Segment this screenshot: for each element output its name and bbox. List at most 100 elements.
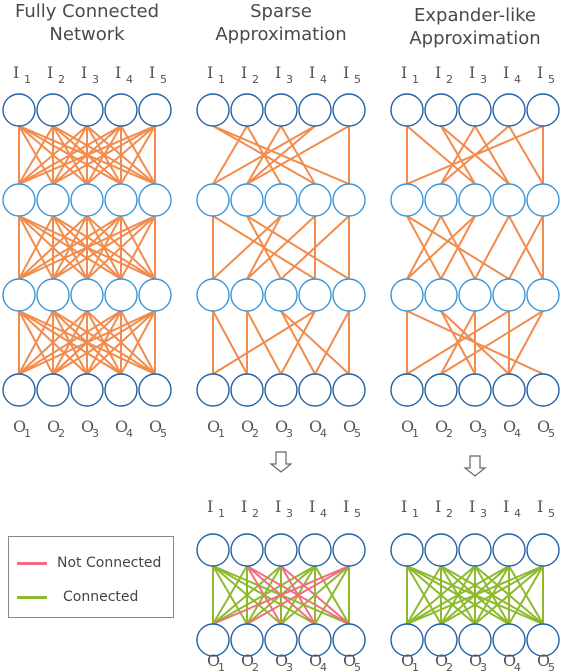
edge — [246, 215, 316, 280]
output-subscript: 1 — [24, 427, 31, 440]
output-subscript: 1 — [412, 427, 419, 440]
input-label: I — [537, 497, 543, 516]
input-subscript: 1 — [24, 73, 31, 86]
output-subscript: 1 — [218, 427, 225, 440]
input-subscript: 2 — [252, 73, 259, 86]
input-label: I — [309, 63, 315, 82]
output-subscript: 2 — [446, 427, 453, 440]
input-subscript: 1 — [218, 507, 225, 520]
input-subscript: 2 — [58, 73, 65, 86]
input-label: I — [503, 63, 509, 82]
hidden-node — [2, 183, 36, 217]
output-node — [196, 373, 230, 407]
edge — [406, 125, 476, 185]
edge — [212, 215, 282, 280]
input-label: I — [469, 497, 475, 516]
input-label: I — [149, 63, 155, 82]
hidden-node — [70, 278, 104, 312]
input-node — [492, 93, 526, 127]
input-subscript: 2 — [446, 73, 453, 86]
output-node — [458, 373, 492, 407]
input-subscript: 3 — [480, 507, 487, 520]
output-node — [264, 373, 298, 407]
output-subscript: 5 — [548, 427, 555, 440]
input-subscript: 4 — [126, 73, 133, 86]
hidden-node — [458, 278, 492, 312]
output-subscript: 2 — [58, 427, 65, 440]
output-node — [2, 373, 36, 407]
edge — [212, 310, 316, 375]
output-subscript: 1 — [218, 661, 225, 672]
edge — [406, 125, 544, 185]
output-subscript: 2 — [446, 661, 453, 672]
input-node — [36, 93, 70, 127]
output-subscript: 5 — [548, 661, 555, 672]
output-subscript: 4 — [126, 427, 133, 440]
input-subscript: 1 — [412, 73, 419, 86]
input-subscript: 5 — [548, 507, 555, 520]
output-subscript: 4 — [320, 427, 327, 440]
not-connected-swatch — [17, 561, 47, 565]
input-node — [298, 93, 332, 127]
input-node — [298, 533, 332, 567]
hidden-node — [492, 278, 526, 312]
input-label: I — [207, 497, 213, 516]
input-label: I — [435, 497, 441, 516]
hidden-node — [70, 183, 104, 217]
input-subscript: 5 — [354, 73, 361, 86]
output-subscript: 5 — [160, 427, 167, 440]
input-subscript: 4 — [514, 73, 521, 86]
hidden-node — [332, 278, 366, 312]
output-node — [298, 373, 332, 407]
hidden-node — [298, 183, 332, 217]
output-node — [230, 373, 264, 407]
input-subscript: 5 — [160, 73, 167, 86]
input-label: I — [343, 63, 349, 82]
connected-swatch — [17, 595, 47, 599]
output-node — [138, 373, 172, 407]
hidden-node — [196, 183, 230, 217]
hidden-node — [526, 183, 560, 217]
input-node — [196, 93, 230, 127]
output-node — [526, 373, 560, 407]
output-node — [104, 373, 138, 407]
input-subscript: 4 — [514, 507, 521, 520]
input-node — [230, 533, 264, 567]
output-node — [424, 373, 458, 407]
hidden-node — [526, 278, 560, 312]
hidden-node — [36, 278, 70, 312]
edge — [314, 310, 350, 375]
input-subscript: 3 — [92, 73, 99, 86]
input-node — [264, 93, 298, 127]
input-node — [458, 533, 492, 567]
input-node — [458, 93, 492, 127]
input-node — [104, 93, 138, 127]
hidden-node — [424, 278, 458, 312]
output-subscript: 4 — [514, 661, 521, 672]
input-node — [424, 93, 458, 127]
input-label: I — [47, 63, 53, 82]
edge — [280, 310, 350, 375]
output-subscript: 2 — [252, 661, 259, 672]
input-subscript: 5 — [354, 507, 361, 520]
input-label: I — [401, 497, 407, 516]
input-subscript: 1 — [412, 507, 419, 520]
hidden-node — [424, 183, 458, 217]
input-node — [492, 533, 526, 567]
input-label: I — [241, 63, 247, 82]
input-label: I — [469, 63, 475, 82]
hidden-node — [492, 183, 526, 217]
input-subscript: 2 — [446, 507, 453, 520]
input-label: I — [275, 63, 281, 82]
input-label: I — [115, 63, 121, 82]
input-label: I — [207, 63, 213, 82]
hidden-node — [390, 183, 424, 217]
input-label: I — [401, 63, 407, 82]
output-subscript: 4 — [320, 661, 327, 672]
input-label: I — [537, 63, 543, 82]
output-subscript: 5 — [354, 427, 361, 440]
output-node — [70, 373, 104, 407]
hidden-node — [104, 278, 138, 312]
input-label: I — [275, 497, 281, 516]
input-subscript: 4 — [320, 507, 327, 520]
